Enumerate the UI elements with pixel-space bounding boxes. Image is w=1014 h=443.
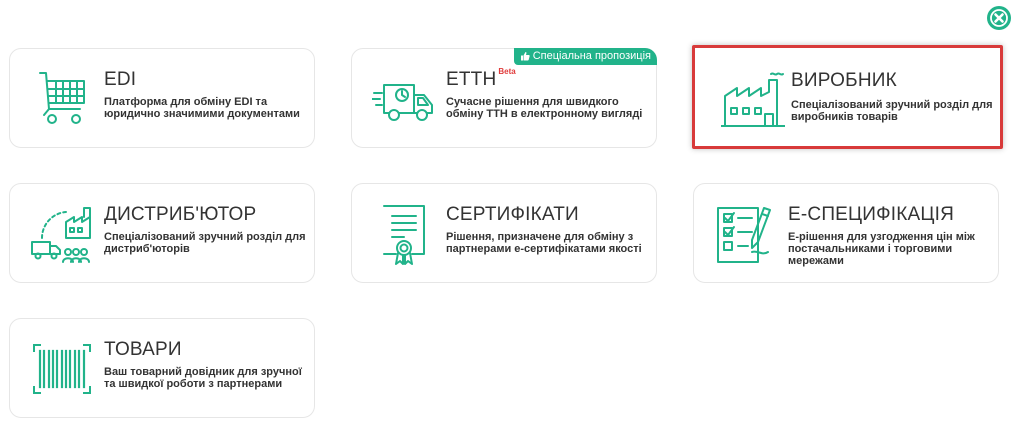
card-title: ДИСТРИБ'ЮТОР <box>104 204 257 225</box>
thumbs-up-icon <box>520 52 530 61</box>
card-description: Е-рішення для узгодження цін між постача… <box>788 231 975 267</box>
module-card-tovary[interactable]: ТОВАРИ Ваш товарний довідник для зручної… <box>9 318 315 418</box>
special-offer-badge: Спеціальна пропозиція <box>513 48 657 65</box>
card-description: Ваш товарний довідник для зручної та шви… <box>104 366 302 390</box>
certificate-icon <box>383 205 425 265</box>
card-description: Спеціалізований зручний розділ для дистр… <box>104 231 306 255</box>
card-description: Сучасне рішення для швидкого обміну ТТН … <box>446 96 643 120</box>
beta-label: Beta <box>498 67 516 76</box>
module-card-edi[interactable]: EDI Платформа для обміну EDI та юридично… <box>9 48 315 148</box>
barcode-icon <box>33 344 91 394</box>
shopping-cart-icon <box>39 72 85 124</box>
module-card-ettn[interactable]: Спеціальна пропозиція ЕТТН Beta Сучасне р… <box>351 48 657 148</box>
card-title: СЕРТИФІКАТИ <box>446 204 579 225</box>
delivery-truck-icon <box>372 84 433 121</box>
module-card-e-specification[interactable]: Е-СПЕЦИФІКАЦІЯ Е-рішення для узгодження … <box>693 183 999 283</box>
distributor-icon <box>31 207 91 263</box>
close-button[interactable] <box>987 6 1011 30</box>
card-title: Е-СПЕЦИФІКАЦІЯ <box>788 204 955 225</box>
card-description: Рішення, призначене для обміну з партнер… <box>446 231 642 255</box>
module-card-vyrobnyk[interactable]: ВИРОБНИК Спеціалізований зручний розділ … <box>692 45 1003 149</box>
module-card-certificates[interactable]: СЕРТИФІКАТИ Рішення, призначене для обмі… <box>351 183 657 283</box>
card-description: Спеціалізований зручний розділ для вироб… <box>791 99 993 123</box>
special-offer-label: Спеціальна пропозиція <box>532 50 651 62</box>
card-title: ЕТТН Beta <box>446 67 516 90</box>
card-title: EDI <box>104 69 137 90</box>
module-card-distributor[interactable]: ДИСТРИБ'ЮТОР Спеціалізований зручний роз… <box>9 183 315 283</box>
close-circle-icon <box>988 7 1010 29</box>
card-description: Платформа для обміну EDI та юридично зна… <box>104 96 300 120</box>
card-title: ВИРОБНИК <box>791 70 897 91</box>
factory-icon <box>721 72 785 127</box>
checklist-icon <box>717 207 771 263</box>
card-title: ТОВАРИ <box>104 339 182 360</box>
